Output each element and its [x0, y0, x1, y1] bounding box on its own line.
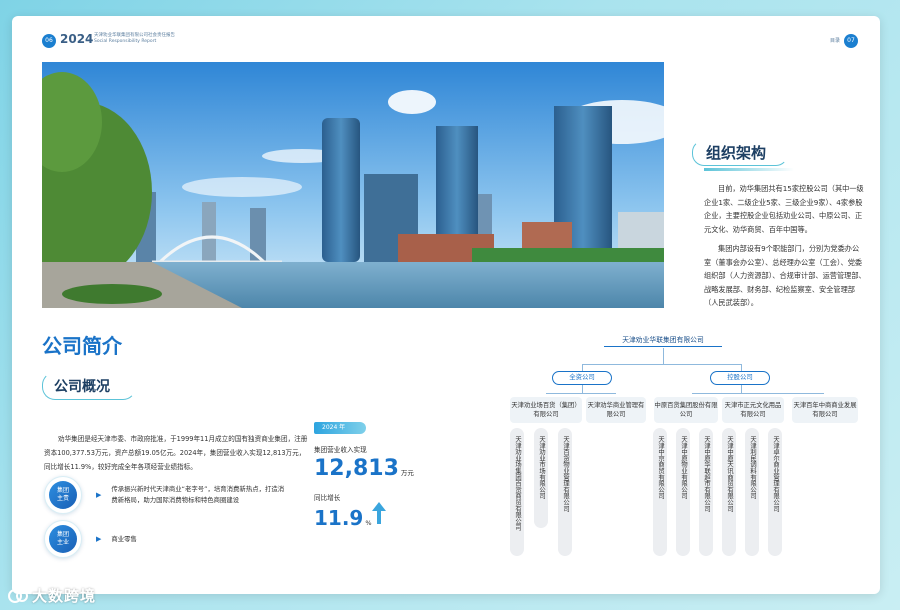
header-right-label: 目录 — [829, 38, 840, 44]
connector-line — [663, 348, 664, 364]
org-box-1: 天津劝业场百货（集团）有限公司 — [510, 397, 582, 423]
report-year: 2024 — [60, 32, 94, 46]
business-row: 集团 主业 ▶ 商业零售 — [44, 520, 286, 558]
revenue-value-wrap: 12,813 万元 — [314, 456, 414, 481]
mission-badge: 集团 主责 — [44, 476, 82, 514]
org-vertical-2: 天津劝业市场有限公司 — [538, 436, 545, 499]
group-wholly-owned: 全资公司 — [552, 371, 612, 385]
org-structure-heading: 组织架构 — [692, 140, 795, 171]
page-number-right: 07 — [844, 34, 858, 48]
mission-row: 集团 主责 ▶ 传承振兴新时代天津商业“老字号”，培育消费新热点，打造消费新格局，… — [44, 476, 286, 514]
org-vertical-7: 天津中原天讯商贸有限公司 — [726, 436, 733, 512]
growth-label: 同比增长 — [314, 494, 341, 502]
report-title: 天津劝业华联集团有限公司社会责任报告 Social Responsibility… — [94, 33, 214, 45]
mission-text: 传承振兴新时代天津商业“老字号”，培育消费新热点，打造消费新格局，助力国际消费物… — [111, 485, 285, 504]
company-overview-heading: 公司概况 — [42, 372, 136, 400]
org-vertical-6: 天津中原华联超市有限公司 — [703, 436, 710, 512]
mission-badge-label: 集团 主责 — [49, 481, 77, 509]
org-vertical-9: 天津卓尔商业管理有限公司 — [772, 436, 779, 512]
report-page: 06 2024 天津劝业华联集团有限公司社会责任报告 Social Respon… — [12, 16, 880, 594]
triangle-right-icon: ▶ — [96, 535, 102, 543]
org-box-2: 天津劝华商业管理有限公司 — [586, 397, 646, 423]
growth-value-wrap: 11.9% — [314, 506, 372, 530]
org-vertical-5: 天津中原物业有限公司 — [680, 436, 687, 499]
growth-value: 11.9 — [314, 506, 364, 530]
org-vertical-1: 天津劝业场集团百货商贸有限公司 — [514, 436, 521, 531]
connector-line — [546, 393, 616, 394]
org-box-4: 天津市正元文化用品有限公司 — [722, 397, 784, 423]
connector-line — [582, 385, 583, 393]
company-overview-paragraph: 劝华集团是经天津市委、市政府批准，于1999年11月成立的国有独资商业集团，注册… — [44, 435, 308, 471]
org-paragraph-2: 集团内部设有9个职能部门，分别为党委办公室（董事会办公室）、总经理办公室（工会）… — [704, 244, 866, 307]
page-number-left: 06 — [42, 34, 56, 48]
revenue-value: 12,813 — [314, 456, 399, 481]
org-vertical-8: 天津利民调料有限公司 — [749, 436, 756, 499]
org-box-3: 中原百货集团股份有限公司 — [654, 397, 718, 423]
skyline-illustration — [42, 62, 664, 308]
stat-year-tag: 2024 年 — [314, 422, 366, 434]
watermark-text: 大数跨境 — [32, 587, 97, 605]
business-badge: 集团 主业 — [44, 520, 82, 558]
up-arrow-icon — [372, 502, 386, 524]
revenue-label: 集团营业收入实现 — [314, 446, 367, 454]
connector-line — [692, 393, 824, 394]
city-skyline-photo — [42, 62, 664, 308]
org-paragraph-1: 目前，劝华集团共有15家控股公司（其中一级企业1家、二级企业5家、三级企业9家）… — [704, 184, 864, 234]
group-holding: 控股公司 — [710, 371, 770, 385]
org-vertical-4: 天津中京商贸有限公司 — [657, 436, 664, 499]
company-intro-title: 公司简介 — [42, 334, 122, 358]
revenue-unit: 万元 — [400, 469, 414, 477]
watermark: 大数跨境 — [8, 585, 96, 606]
report-title-sub: Social Responsibility Report — [94, 39, 157, 44]
growth-unit: % — [365, 519, 372, 527]
triangle-right-icon: ▶ — [96, 491, 102, 499]
org-vertical-3: 天津百货物业管理有限公司 — [562, 436, 569, 512]
connector-line — [741, 385, 742, 393]
business-text: 商业零售 — [111, 534, 137, 543]
org-chart-root: 天津劝业华联集团有限公司 — [604, 334, 722, 347]
business-badge-label: 集团 主业 — [49, 525, 77, 553]
brand-logo-icon — [8, 588, 28, 603]
connector-line — [582, 364, 742, 365]
org-box-5: 天津百年中商商业发展有限公司 — [792, 397, 858, 423]
